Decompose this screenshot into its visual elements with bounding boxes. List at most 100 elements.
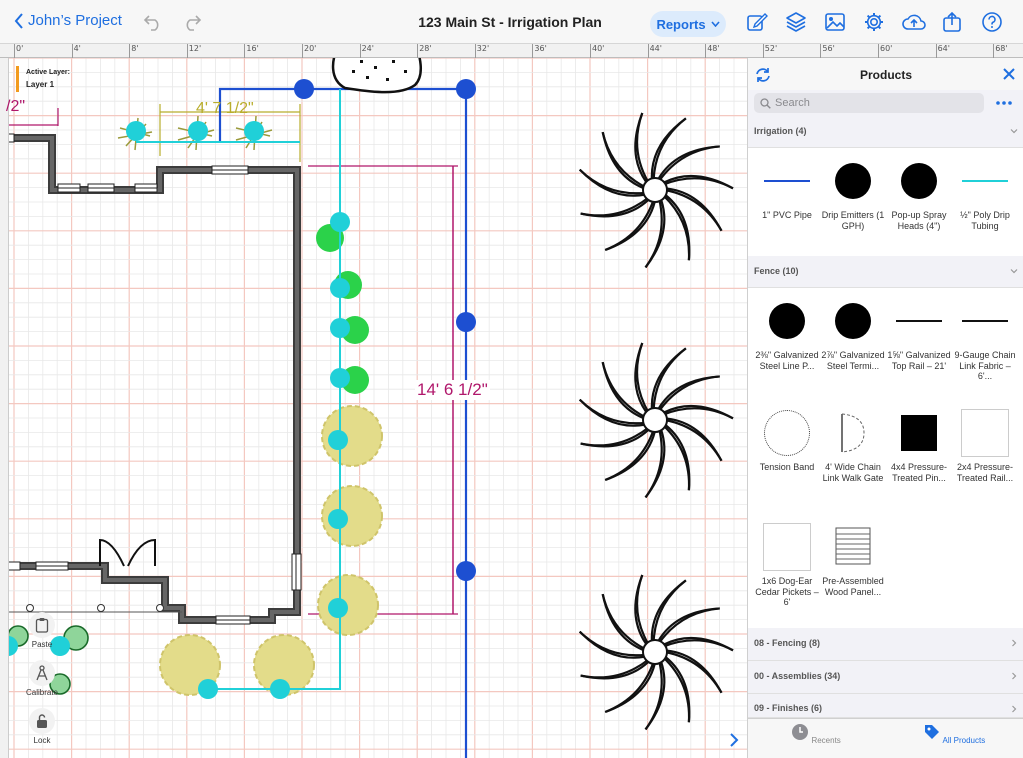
product-top-rail[interactable]: 1⅝" Galvanized Top Rail – 21' [886, 296, 952, 371]
product-wood-panel[interactable]: Pre-Assembled Wood Panel... [820, 522, 886, 597]
ruler-tick [71, 44, 73, 58]
tubing-swatch [960, 156, 1010, 206]
clock-icon [792, 724, 809, 740]
product-label: Pop-up Spray Heads (4") [891, 210, 947, 231]
product-cedar-pickets[interactable]: 1x6 Dog-Ear Cedar Pickets – 6' [754, 522, 820, 608]
boulder [331, 58, 422, 94]
product-label: 2⅜" Galvanized Steel Line P... [755, 350, 819, 371]
product-poly-drip-tubing[interactable]: ½" Poly Drip Tubing [952, 156, 1018, 231]
yellow-shrubs [159, 405, 383, 696]
gear-icon[interactable] [863, 11, 885, 33]
vertical-ruler [0, 58, 9, 758]
more-options-icon[interactable] [994, 96, 1014, 110]
page-title: 123 Main St - Irrigation Plan [418, 14, 602, 30]
products-panel: Products Search Irrigation (4) 1" PVC Pi… [747, 58, 1023, 758]
close-icon[interactable] [1002, 67, 1016, 81]
product-terminal-post[interactable]: 2⅞" Galvanized Steel Termi... [820, 296, 886, 371]
lock-tool[interactable]: Lock [22, 708, 62, 745]
active-layer-indicator[interactable]: Active Layer: Layer 1 [16, 66, 76, 94]
fabric-swatch [960, 296, 1010, 346]
tab-recents[interactable]: Recents [766, 723, 866, 745]
ruler-label: 68' [995, 44, 1008, 53]
edit-icon[interactable] [746, 11, 768, 33]
product-label: ½" Poly Drip Tubing [960, 210, 1010, 231]
paste-tool[interactable]: Paste [22, 612, 62, 649]
share-icon[interactable] [941, 11, 963, 33]
top-toolbar: John’s Project 123 Main St - Irrigation … [0, 0, 1023, 44]
product-spray-heads[interactable]: Pop-up Spray Heads (4") [886, 156, 952, 231]
ruler-tick [935, 44, 937, 58]
active-layer-title: Active Layer: [26, 69, 70, 76]
ruler-label: 4' [73, 44, 81, 53]
section-label: 00 - Assemblies (34) [754, 671, 841, 681]
ruler-label: 52' [764, 44, 778, 53]
section-label: 09 - Finishes (6) [754, 703, 823, 713]
reports-label: Reports [656, 16, 706, 32]
chevron-right-icon [1012, 705, 1017, 713]
ruler-label: 56' [822, 44, 835, 53]
redo-icon[interactable] [182, 12, 202, 32]
drawing-canvas[interactable]: Active Layer: Layer 1 [9, 58, 747, 758]
product-tension-band[interactable]: Tension Band [754, 408, 820, 473]
plan-drawing [9, 58, 747, 758]
ruler-tick [878, 44, 879, 58]
product-label: Drip Emitters (1 GPH) [821, 210, 885, 231]
ruler-tick [474, 44, 476, 58]
expand-panel-icon[interactable] [727, 730, 741, 750]
ruler-label: 48' [707, 44, 720, 53]
ruler-tick [14, 44, 15, 58]
product-walk-gate[interactable]: 4' Wide Chain Link Walk Gate [820, 408, 886, 483]
image-icon[interactable] [824, 11, 846, 33]
app-window: John’s Project 123 Main St - Irrigation … [0, 0, 1023, 758]
ruler-tick [244, 44, 246, 58]
ruler-tick [705, 44, 707, 58]
ruler-tick [762, 44, 764, 58]
section-label: 08 - Fencing (8) [754, 638, 821, 648]
section-assemblies[interactable]: 00 - Assemblies (34) [748, 661, 1023, 694]
product-label: 1x6 Dog-Ear Cedar Pickets – 6' [755, 576, 819, 607]
search-input[interactable]: Search [754, 93, 984, 113]
ruler-label: 44' [649, 44, 662, 53]
product-pvc-pipe[interactable]: 1" PVC Pipe [754, 156, 820, 221]
dimension-label-vertical: 14' 6 1/2" [415, 380, 490, 400]
product-drip-emitters[interactable]: Drip Emitters (1 GPH) [820, 156, 886, 231]
help-icon[interactable] [981, 11, 1003, 33]
chevron-down-icon [1010, 269, 1018, 274]
calibrate-label: Calibrate [25, 688, 58, 697]
product-chain-link-fabric[interactable]: 9-Gauge Chain Link Fabric – 6'... [952, 296, 1018, 382]
layers-icon[interactable] [785, 11, 807, 33]
house-walls[interactable] [9, 133, 302, 625]
product-label: Tension Band [759, 462, 815, 472]
section-label: Fence (10) [754, 266, 799, 276]
calibrate-tool[interactable]: Calibrate [22, 660, 62, 697]
cloud-upload-icon[interactable] [901, 11, 927, 33]
product-line-post[interactable]: 2⅜" Galvanized Steel Line P... [754, 296, 820, 371]
ruler-tick [532, 44, 534, 58]
product-label: 2x4 Pressure-Treated Rail... [956, 462, 1014, 483]
reports-button[interactable]: Reports [650, 11, 726, 37]
emitter-swatch [828, 156, 878, 206]
terminal-post-swatch [828, 296, 878, 346]
panel-tab-bar: Recents All Products [748, 718, 1023, 758]
line-post-swatch [762, 296, 812, 346]
back-label: John’s Project [28, 12, 122, 29]
fence-line [9, 604, 182, 613]
tension-band-swatch [762, 408, 812, 458]
product-2x4-rail[interactable]: 2x4 Pressure-Treated Rail... [952, 408, 1018, 483]
spiral-plants [578, 112, 734, 731]
section-fencing[interactable]: 08 - Fencing (8) [748, 628, 1023, 661]
section-irrigation[interactable]: Irrigation (4) [748, 116, 1023, 148]
undo-icon[interactable] [143, 12, 163, 32]
dimension-label-left: /2" [6, 98, 26, 115]
section-finishes[interactable]: 09 - Finishes (6) [748, 694, 1023, 718]
product-4x4-pin[interactable]: 4x4 Pressure-Treated Pin... [886, 408, 952, 483]
lock-label: Lock [33, 736, 51, 745]
back-button[interactable]: John’s Project [14, 12, 122, 29]
fence-grid: 2⅜" Galvanized Steel Line P... 2⅞" Galva… [748, 288, 1023, 628]
ruler-label: 32' [476, 44, 490, 53]
tab-all-products[interactable]: All Products [904, 723, 1004, 745]
spiral-plant [578, 342, 734, 499]
panel-title: Products [859, 68, 912, 82]
section-fence[interactable]: Fence (10) [748, 256, 1023, 288]
ruler-label: 0' [16, 44, 24, 53]
